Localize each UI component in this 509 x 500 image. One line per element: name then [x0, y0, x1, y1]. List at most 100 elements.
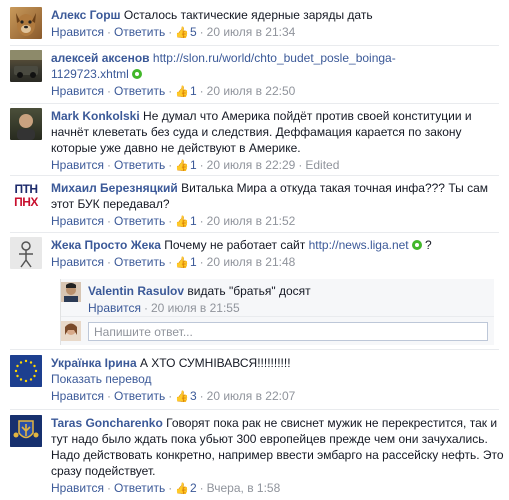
timestamp-link[interactable]: 20 июля в 21:48: [207, 255, 296, 269]
comment-text: Осталось тактические ядерные заряды дать: [123, 8, 373, 22]
timestamp-link[interactable]: 20 июля в 22:50: [207, 84, 296, 98]
avatar[interactable]: [10, 7, 42, 39]
dog-photo-icon: [16, 13, 36, 36]
like-count[interactable]: 👍1: [175, 158, 196, 172]
timestamp-link[interactable]: Вчера, в 1:58: [207, 481, 281, 495]
timestamp-link[interactable]: 20 июля в 21:34: [207, 25, 296, 39]
reply-button[interactable]: Ответить: [114, 214, 165, 228]
eu-flag-icon: [10, 355, 42, 387]
person-photo-icon: [17, 114, 35, 140]
comment-text-trailing: ?: [424, 238, 432, 252]
author-link[interactable]: Taras Goncharenko: [51, 416, 163, 430]
reply-button[interactable]: Ответить: [114, 84, 165, 98]
comment: ПТН ПНХ Михаил Березняцкий Виталька Мира…: [10, 180, 509, 228]
timestamp-link[interactable]: 20 июля в 21:55: [151, 301, 240, 315]
thumbs-up-icon: 👍: [175, 391, 189, 403]
reply: Valentin Rasulov видать "братья" досят Н…: [61, 279, 494, 317]
external-link[interactable]: http://news.liga.net: [309, 238, 409, 252]
avatar[interactable]: [61, 282, 81, 302]
like-count[interactable]: 👍5: [175, 25, 196, 39]
thumbs-up-icon: 👍: [175, 216, 189, 228]
divider: [10, 45, 499, 46]
like-count[interactable]: 👍3: [175, 389, 196, 403]
comment-body: Жека Просто Жека Почему не работает сайт…: [51, 237, 505, 271]
avatar[interactable]: [10, 50, 42, 82]
like-button[interactable]: Нравится: [51, 84, 104, 98]
author-link[interactable]: Жека Просто Жека: [51, 238, 161, 252]
comment-body: Taras Goncharenko Говорят пока рак не св…: [51, 415, 505, 497]
author-link[interactable]: Алекс Горш: [51, 8, 121, 22]
sketch-figure-icon: [19, 241, 33, 268]
comment-body: алексей аксенов http://slon.ru/world/cht…: [51, 50, 505, 100]
avatar-logo-bottom: ПНХ: [14, 195, 38, 209]
author-link[interactable]: Українка Ірина: [51, 356, 137, 370]
person-photo-icon: [64, 283, 78, 302]
comment-meta: Нравится · Ответить · 👍5 · 20 июля в 21:34: [51, 25, 296, 39]
comment-meta: Нравится · Ответить · 👍3 · 20 июля в 22:07: [51, 389, 296, 403]
comment-meta: Нравится · Ответить · 👍1 · 20 июля в 21:52: [51, 214, 296, 228]
like-button[interactable]: Нравится: [51, 158, 104, 172]
external-link[interactable]: http://slon.ru/world/chto_budet_posle_bo…: [153, 51, 396, 65]
author-link[interactable]: алексей аксенов: [51, 51, 150, 65]
reply-text: видать "братья" досят: [187, 284, 311, 298]
thumbs-up-icon: 👍: [175, 483, 189, 495]
reply-button[interactable]: Ответить: [114, 255, 165, 269]
avatar[interactable]: ПТН ПНХ: [10, 180, 42, 212]
car-photo-icon: [10, 50, 42, 78]
divider: [10, 349, 499, 350]
author-link[interactable]: Mark Konkolski: [51, 109, 140, 123]
comment: Mark Konkolski Не думал что Америка пойд…: [10, 108, 509, 172]
like-count[interactable]: 👍1: [175, 84, 196, 98]
show-translation-link[interactable]: Показать перевод: [51, 372, 152, 386]
reply-button[interactable]: Ответить: [114, 25, 165, 39]
timestamp-link[interactable]: 20 июля в 22:29: [207, 158, 296, 172]
reply-button[interactable]: Ответить: [114, 158, 165, 172]
author-link[interactable]: Valentin Rasulov: [88, 284, 184, 298]
like-button[interactable]: Нравится: [51, 25, 104, 39]
comment: алексей аксенов http://slon.ru/world/cht…: [10, 50, 509, 100]
timestamp-link[interactable]: 20 июля в 21:52: [207, 214, 296, 228]
comment-meta: Нравится · Ответить · 👍2 · Вчера, в 1:58: [51, 481, 281, 495]
divider: [10, 232, 499, 233]
edited-label[interactable]: Edited: [305, 158, 339, 172]
avatar[interactable]: [10, 355, 42, 387]
reply-input-placeholder: Напишите ответ...: [94, 325, 193, 339]
author-link[interactable]: Михаил Березняцкий: [51, 181, 178, 195]
comment-body: Михаил Березняцкий Виталька Мира а откуд…: [51, 180, 505, 230]
avatar[interactable]: [10, 415, 42, 447]
external-link-icon[interactable]: [131, 69, 142, 79]
comment: Taras Goncharenko Говорят пока рак не св…: [10, 415, 509, 497]
reply-thread: Valentin Rasulov видать "братья" досят Н…: [60, 279, 494, 345]
external-link-cont[interactable]: 1129723.xhtml: [51, 67, 129, 81]
comment-body: Mark Konkolski Не думал что Америка пойд…: [51, 108, 505, 174]
like-button[interactable]: Нравится: [51, 214, 104, 228]
divider: [10, 175, 499, 176]
reply-button[interactable]: Ответить: [114, 481, 165, 495]
comment-meta: Нравится · Ответить · 👍1 · 20 июля в 21:48: [51, 255, 296, 269]
external-link-icon[interactable]: [411, 240, 422, 250]
avatar[interactable]: [10, 237, 42, 269]
reply-input[interactable]: Напишите ответ...: [88, 322, 488, 341]
avatar[interactable]: [10, 108, 42, 140]
like-count[interactable]: 👍2: [175, 481, 196, 495]
timestamp-link[interactable]: 20 июля в 22:07: [207, 389, 296, 403]
thumbs-up-icon: 👍: [175, 160, 189, 172]
coat-of-arms-icon: [10, 415, 42, 447]
like-button[interactable]: Нравится: [51, 255, 104, 269]
divider: [10, 409, 499, 410]
comment: Українка Ірина А ХТО СУМНІВАВСЯ!!!!!!!!!…: [10, 355, 509, 405]
reply-button[interactable]: Ответить: [114, 389, 165, 403]
like-count[interactable]: 👍1: [175, 214, 196, 228]
comment-text: Почему не работает сайт: [164, 238, 306, 252]
current-user-avatar: [61, 321, 81, 341]
like-button[interactable]: Нравится: [51, 389, 104, 403]
person-photo-icon: [61, 321, 81, 341]
comment-body: Українка Ірина А ХТО СУМНІВАВСЯ!!!!!!!!!…: [51, 355, 505, 405]
comment-meta: Нравится · Ответить · 👍1 · 20 июля в 22:29 · Edi…: [51, 158, 340, 172]
like-button[interactable]: Нравится: [51, 481, 104, 495]
like-button[interactable]: Нравится: [88, 301, 141, 315]
reply-meta: Нравится · 20 июля в 21:55: [88, 301, 240, 315]
divider: [10, 103, 499, 104]
thumbs-up-icon: 👍: [175, 86, 189, 98]
like-count[interactable]: 👍1: [175, 255, 196, 269]
